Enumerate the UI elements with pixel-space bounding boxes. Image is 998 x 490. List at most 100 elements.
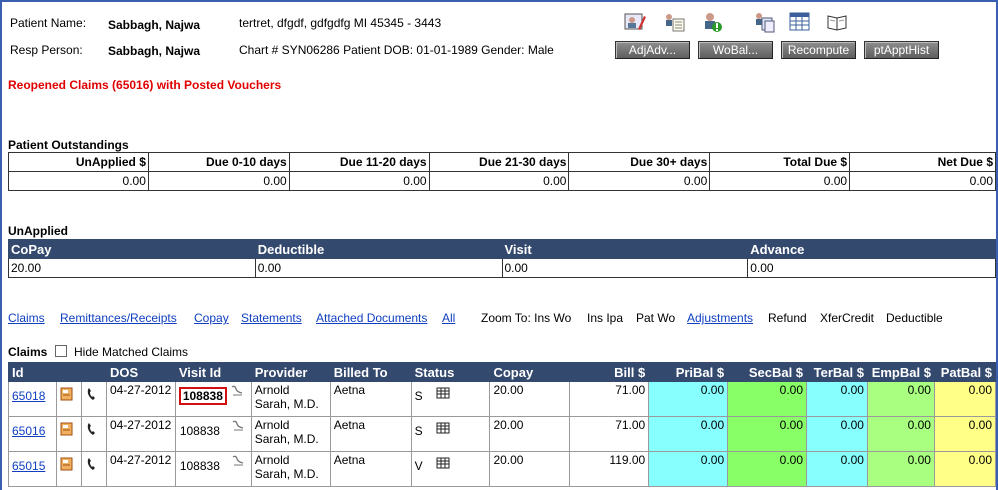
claims-table: Id DOS Visit Id Provider Billed To Statu…: [8, 362, 996, 487]
pt-appt-hist-button[interactable]: ptApptHist: [864, 41, 939, 59]
status-ledger-icon[interactable]: [436, 456, 450, 470]
pat-wo-option[interactable]: Pat Wo: [636, 311, 675, 325]
visit-id-selected[interactable]: 108838: [178, 387, 227, 405]
grid-icon[interactable]: [789, 11, 811, 33]
resp-person: Sabbagh, Najwa: [108, 44, 201, 58]
header-cell: Due 30+ days: [568, 152, 711, 172]
claim-id-cell: 65016: [8, 416, 57, 452]
documents-icon[interactable]: [753, 11, 775, 33]
claim-document-icon[interactable]: [60, 422, 74, 436]
remittances-link[interactable]: Remittances/Receipts: [60, 311, 177, 325]
value-cell: 20.00: [8, 258, 256, 278]
refund-option[interactable]: Refund: [768, 311, 807, 325]
claims-title: Claims: [8, 345, 48, 359]
wo-bal-button[interactable]: WoBal...: [698, 41, 773, 59]
claim-id-link[interactable]: 65016: [12, 424, 45, 438]
header-cell: SecBal $: [727, 362, 808, 382]
attached-documents-link[interactable]: Attached Documents: [316, 311, 427, 325]
outstandings-table: UnApplied $ Due 0-10 days Due 11-20 days…: [8, 152, 996, 191]
reopened-claims-alert: Reopened Claims (65016) with Posted Vouc…: [8, 78, 282, 92]
visit-id-value[interactable]: 108838: [179, 459, 220, 473]
claim-id-cell: 65018: [8, 381, 57, 417]
status-ledger-icon[interactable]: [436, 421, 450, 435]
sec-bal-cell: 0.00: [727, 451, 808, 487]
icon-cell: [55, 416, 82, 452]
header-cell: [55, 362, 82, 382]
book-icon[interactable]: [826, 11, 848, 33]
header-cell: Bill $: [569, 362, 650, 382]
header-cell: DOS: [105, 362, 176, 382]
bill-cell: 119.00: [569, 451, 650, 487]
visit-id-cell: 108838: [174, 381, 252, 417]
claim-id-link[interactable]: 65018: [12, 389, 45, 403]
patient-alert-icon[interactable]: [701, 11, 723, 33]
icon-cell: [55, 451, 82, 487]
phone-icon[interactable]: [85, 387, 99, 401]
patient-address: tertret, dfgdf, gdfgdfg MI 45345 - 3443: [239, 16, 442, 30]
billed-to-cell: Aetna: [329, 416, 412, 452]
pat-bal-cell: 0.00: [933, 381, 996, 417]
status-cell: V: [410, 451, 491, 487]
ter-bal-cell: 0.00: [806, 451, 868, 487]
resp-person-label: Resp Person:: [10, 43, 83, 57]
visit-id-value[interactable]: 108838: [179, 424, 220, 438]
unapplied-header-row: CoPay Deductible Visit Advance: [8, 239, 996, 259]
claim-document-icon[interactable]: [60, 387, 74, 401]
visit-detail-icon[interactable]: [231, 419, 245, 433]
status-value: S: [414, 389, 423, 403]
icon-cell: [55, 381, 82, 417]
unapplied-values-row: 20.00 0.00 0.00 0.00: [8, 258, 996, 278]
notes-icon[interactable]: [663, 11, 685, 33]
status-value: V: [414, 459, 423, 473]
zoom-to-label[interactable]: Zoom To: Ins Wo: [481, 311, 571, 325]
claims-header-row: Id DOS Visit Id Provider Billed To Statu…: [8, 362, 996, 382]
icon-cell: [80, 381, 107, 417]
value-cell: 0.00: [501, 258, 749, 278]
value-cell: 0.00: [428, 171, 570, 191]
header-cell: Due 11-20 days: [288, 152, 430, 172]
hide-matched-checkbox[interactable]: [55, 345, 67, 357]
pri-bal-cell: 0.00: [648, 451, 729, 487]
outstandings-values-row: 0.00 0.00 0.00 0.00 0.00 0.00 0.00: [8, 171, 996, 191]
statements-link[interactable]: Statements: [241, 311, 302, 325]
status-ledger-icon[interactable]: [436, 386, 450, 400]
recompute-button[interactable]: Recompute: [781, 41, 856, 59]
outstandings-title: Patient Outstandings: [8, 138, 129, 152]
pat-bal-cell: 0.00: [933, 416, 996, 452]
header-cell: Net Due $: [849, 152, 996, 172]
visit-detail-icon[interactable]: [230, 384, 244, 398]
deductible-option[interactable]: Deductible: [886, 311, 943, 325]
ter-bal-cell: 0.00: [806, 416, 868, 452]
phone-icon[interactable]: [85, 457, 99, 471]
header-cell: Copay: [489, 362, 571, 382]
copay-cell: 20.00: [489, 381, 571, 417]
outstandings-header-row: UnApplied $ Due 0-10 days Due 11-20 days…: [8, 152, 996, 172]
adj-adv-button[interactable]: AdjAdv...: [615, 41, 690, 59]
header-cell: UnApplied $: [8, 152, 149, 172]
adjustments-link[interactable]: Adjustments: [687, 311, 753, 325]
all-link[interactable]: All: [442, 311, 455, 325]
table-row: 65016 04-27-2012 108838 Arnold Sarah, M.…: [8, 416, 996, 452]
claim-document-icon[interactable]: [60, 457, 74, 471]
visit-id-cell: 108838: [174, 416, 252, 452]
xfercredit-option[interactable]: XferCredit: [820, 311, 874, 325]
dos-cell: 04-27-2012: [105, 416, 176, 452]
copay-link[interactable]: Copay: [194, 311, 229, 325]
header-cell: Total Due $: [709, 152, 851, 172]
value-cell: 0.00: [709, 171, 851, 191]
emp-bal-cell: 0.00: [866, 381, 935, 417]
header-cell: Advance: [747, 239, 996, 259]
table-row: 65015 04-27-2012 108838 Arnold Sarah, M.…: [8, 451, 996, 487]
provider-cell: Arnold Sarah, M.D.: [250, 381, 331, 417]
phone-icon[interactable]: [85, 422, 99, 436]
patient-edit-icon[interactable]: [624, 11, 646, 33]
ins-ipa-option[interactable]: Ins Ipa: [587, 311, 623, 325]
header-cell: CoPay: [8, 239, 256, 259]
unapplied-table: CoPay Deductible Visit Advance 20.00 0.0…: [8, 239, 996, 278]
chart-info: Chart # SYN06286 Patient DOB: 01-01-1989…: [239, 43, 554, 57]
claims-link[interactable]: Claims: [8, 311, 45, 325]
claim-id-link[interactable]: 65015: [12, 459, 45, 473]
pri-bal-cell: 0.00: [648, 381, 729, 417]
visit-detail-icon[interactable]: [231, 454, 245, 468]
status-cell: S: [410, 381, 491, 417]
